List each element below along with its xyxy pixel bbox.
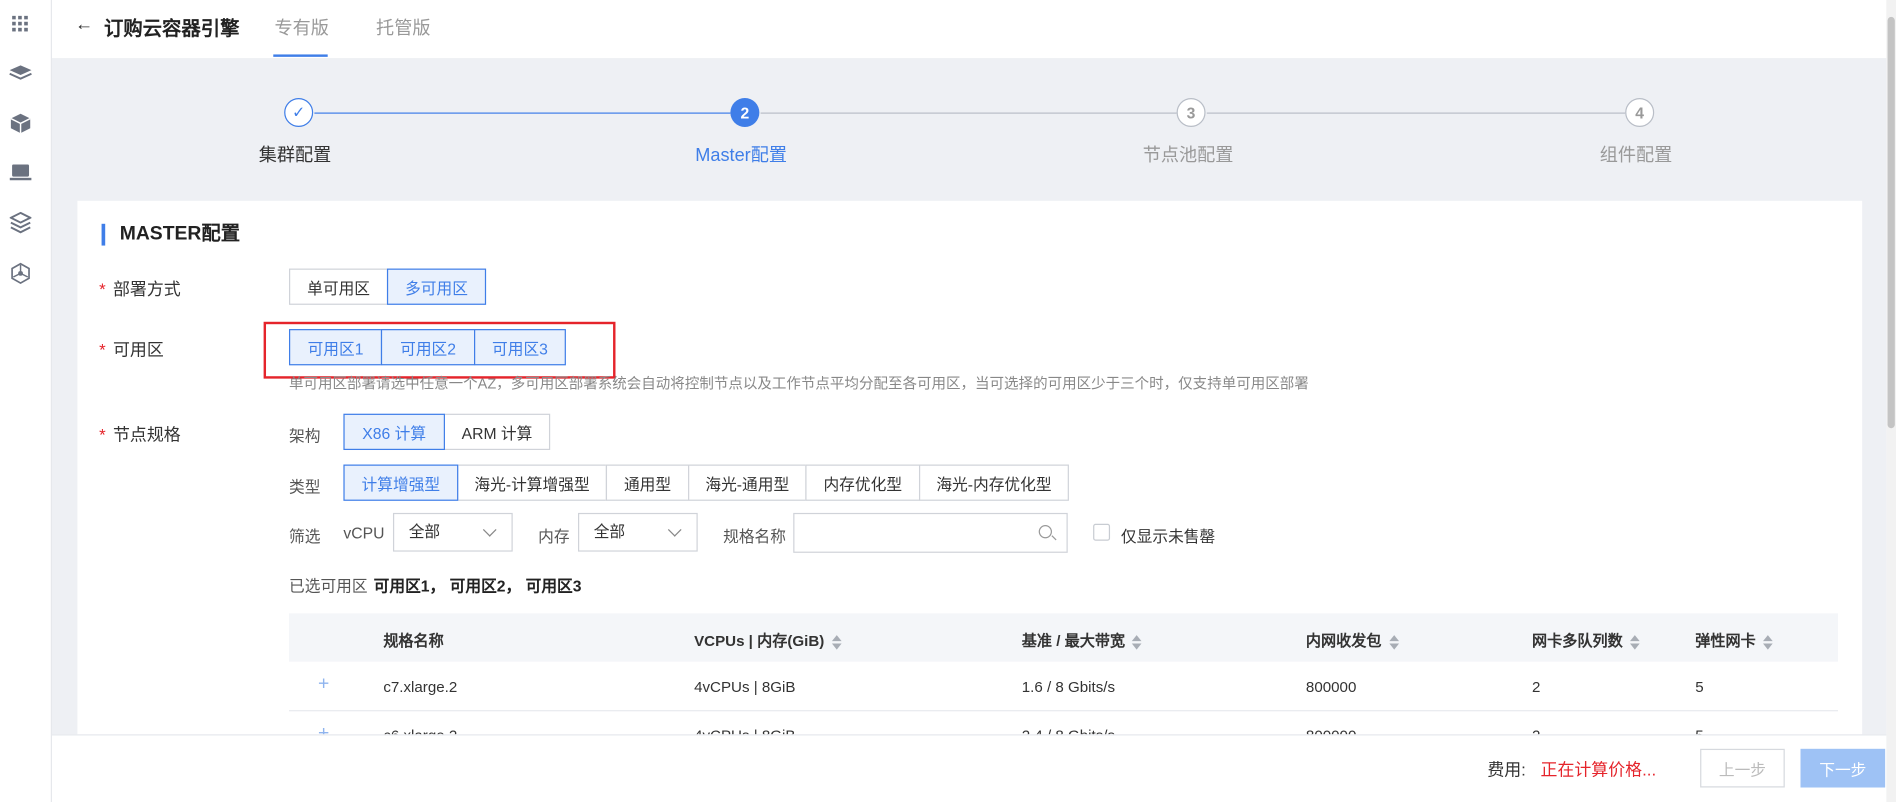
arch-x86-button[interactable]: X86 计算 — [343, 413, 445, 451]
arch-arm-button[interactable]: ARM 计算 — [443, 413, 551, 451]
deploy-single-zone-button[interactable]: 单可用区 — [288, 268, 389, 305]
apps-grid-icon[interactable] — [8, 12, 32, 36]
sort-icon[interactable] — [1763, 634, 1773, 650]
cell-pps: 800000 — [1305, 678, 1357, 696]
expand-plus-icon[interactable]: + — [318, 674, 329, 696]
step-connector-1 — [314, 112, 731, 114]
network-icon[interactable] — [8, 261, 32, 285]
chevron-down-icon — [482, 523, 497, 537]
step-2-number: 2 — [730, 97, 760, 128]
col-queues[interactable]: 网卡多队列数 — [1532, 628, 1640, 651]
step-connector-3 — [1206, 112, 1626, 114]
cell-eni: 5 — [1695, 678, 1704, 696]
chevron-down-icon — [667, 523, 682, 537]
zone-1-button[interactable]: 可用区1 — [288, 329, 383, 366]
cell-queues: 2 — [1532, 678, 1541, 696]
section-title: MASTER配置 — [101, 223, 240, 246]
type-hygon-memory-button[interactable]: 海光-内存优化型 — [918, 464, 1069, 501]
stack-icon[interactable] — [8, 210, 32, 234]
zone-2-button[interactable]: 可用区2 — [380, 329, 476, 366]
laptop-icon[interactable] — [8, 161, 32, 185]
type-general-button[interactable]: 通用型 — [605, 464, 690, 501]
spec-name-label: 规格名称 — [723, 527, 786, 546]
step-1-label: 集群配置 — [258, 145, 332, 166]
sort-icon[interactable] — [1630, 634, 1640, 650]
tab-managed[interactable]: 托管版 — [376, 15, 430, 40]
step-1-check-icon: ✓ — [284, 97, 314, 128]
show-unsold-checkbox[interactable] — [1093, 523, 1111, 541]
col-spec-name: 规格名称 — [383, 632, 444, 650]
step-3-label: 节点池配置 — [1142, 145, 1234, 166]
scrollbar[interactable] — [1886, 0, 1896, 802]
search-icon — [1038, 525, 1053, 539]
sort-icon[interactable] — [1388, 634, 1399, 650]
sort-icon[interactable] — [831, 634, 842, 650]
type-compute-button[interactable]: 计算增强型 — [343, 464, 459, 501]
type-hygon-general-button[interactable]: 海光-通用型 — [688, 464, 807, 501]
step-3-number: 3 — [1176, 97, 1206, 128]
filter-label: 筛选 — [288, 527, 321, 546]
fee-label: 费用: — [1487, 759, 1526, 780]
layers-icon[interactable] — [8, 60, 32, 84]
zone-group: 可用区1 可用区2 可用区3 — [288, 329, 566, 366]
col-vcpu-mem[interactable]: VCPUs | 内存(GiB) — [694, 628, 842, 651]
spec-name-search-input[interactable] — [793, 512, 1068, 553]
col-pps[interactable]: 内网收发包 — [1306, 628, 1399, 651]
spec-label: * 节点规格 — [99, 424, 181, 444]
memory-label: 内存 — [538, 527, 570, 546]
step-2-label: Master配置 — [695, 145, 788, 166]
deploy-mode-group: 单可用区 多可用区 — [288, 268, 487, 305]
vcpu-label: vCPU — [343, 523, 385, 542]
next-step-button[interactable]: 下一步 — [1800, 748, 1886, 788]
step-4-label: 组件配置 — [1599, 145, 1673, 166]
left-nav-rail — [0, 0, 52, 802]
col-eni[interactable]: 弹性网卡 — [1695, 628, 1773, 651]
cell-spec-name: c7.xlarge.2 — [383, 678, 458, 696]
zone-hint: 单可用区部署请选中任意一个AZ，多可用区部署系统会自动将控制节点以及工作节点平均… — [288, 375, 1309, 392]
sort-icon[interactable] — [1132, 634, 1142, 650]
memory-select[interactable]: 全部 — [577, 512, 698, 552]
col-bandwidth[interactable]: 基准 / 最大带宽 — [1022, 628, 1142, 651]
active-tab-indicator — [273, 54, 328, 57]
vcpu-select[interactable]: 全部 — [392, 512, 513, 552]
arch-label: 架构 — [288, 427, 321, 446]
arrow-left-icon[interactable]: ← — [75, 15, 93, 36]
fee-value: 正在计算价格... — [1540, 759, 1657, 780]
cell-vcpu-mem: 4vCPUs | 8GiB — [694, 678, 796, 696]
type-group: 计算增强型 海光-计算增强型 通用型 海光-通用型 内存优化型 海光-内存优化型 — [343, 464, 1069, 501]
selected-zones-label: 已选可用区 — [288, 577, 368, 596]
cube-icon[interactable] — [8, 111, 32, 135]
step-connector-2 — [760, 112, 1177, 114]
zone-label: * 可用区 — [99, 339, 164, 360]
deploy-label: * 部署方式 — [99, 279, 181, 299]
zone-3-button[interactable]: 可用区3 — [474, 329, 566, 366]
step-4-number: 4 — [1625, 97, 1655, 128]
cell-bandwidth: 1.6 / 8 Gbits/s — [1021, 678, 1116, 696]
page-title: 订购云容器引擎 — [103, 19, 240, 40]
prev-step-button[interactable]: 上一步 — [1700, 748, 1785, 788]
type-label: 类型 — [288, 477, 321, 496]
type-memory-button[interactable]: 内存优化型 — [805, 464, 921, 501]
selected-zones-value: 可用区1， 可用区2， 可用区3 — [373, 577, 582, 596]
deploy-multi-zone-button[interactable]: 多可用区 — [386, 268, 487, 305]
show-unsold-label: 仅显示未售罄 — [1120, 527, 1216, 546]
tab-dedicated[interactable]: 专有版 — [274, 15, 328, 40]
type-hygon-compute-button[interactable]: 海光-计算增强型 — [457, 464, 608, 501]
arch-group: X86 计算 ARM 计算 — [343, 413, 551, 451]
